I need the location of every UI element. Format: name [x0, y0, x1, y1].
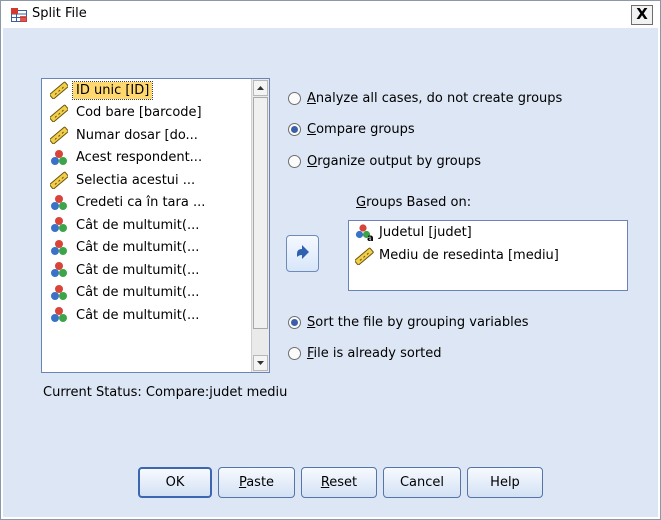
- ruler-icon: [50, 126, 68, 145]
- variable-label: Cât de multumit(...: [76, 240, 200, 256]
- organize-output-label: Organize output by groups: [307, 154, 481, 169]
- variable-label: Cod bare [barcode]: [76, 105, 202, 121]
- nominal-icon: [51, 262, 67, 278]
- ruler-icon: [50, 171, 68, 190]
- nominal-icon: [51, 239, 67, 255]
- variable-label: Selectia acestui ...: [76, 172, 196, 188]
- variable-label: Credeti ca în tara ...: [76, 195, 206, 211]
- variable-label: Acest respondent...: [76, 150, 203, 166]
- variable-list-item[interactable]: Cod bare [barcode]: [42, 102, 252, 125]
- dialog-title: Split File: [32, 6, 87, 21]
- group-item-label: Judetul [judet]: [379, 225, 472, 240]
- radio-analyze-all-indicator[interactable]: [288, 92, 301, 105]
- variable-list-item[interactable]: Acest respondent...: [42, 147, 252, 170]
- variable-label: Numar dosar [do...: [76, 127, 198, 143]
- groups-based-on-list[interactable]: a Judetul [judet] Mediu de resedinta [me…: [348, 220, 628, 291]
- nominal-icon: [51, 284, 67, 300]
- title-bar: Split File X: [1, 1, 660, 28]
- variable-list-item[interactable]: Cât de multumit(...: [42, 259, 252, 282]
- ruler-icon: [50, 81, 68, 100]
- ok-button[interactable]: OK: [138, 467, 212, 498]
- groups-based-on-label: Groups Based on:: [356, 195, 472, 210]
- variable-label: Cât de multumit(...: [76, 262, 200, 278]
- variable-list-item[interactable]: ID unic [ID]: [42, 79, 252, 102]
- ruler-icon: [50, 104, 68, 122]
- group-item[interactable]: a Judetul [judet]: [349, 221, 627, 244]
- help-button[interactable]: Help: [467, 467, 543, 498]
- nominal-icon: [51, 149, 67, 165]
- already-sorted-radio[interactable]: File is already sorted: [288, 346, 442, 361]
- compare-groups-label: Compare groups: [307, 122, 415, 137]
- compare-groups-radio[interactable]: Compare groups: [288, 122, 415, 137]
- analyze-all-label: Analyze all cases, do not create groups: [307, 91, 563, 106]
- split-file-app-icon: [11, 8, 27, 22]
- variable-list-item[interactable]: Numar dosar [do...: [42, 124, 252, 147]
- nominal-icon: [51, 217, 67, 233]
- paste-button[interactable]: Paste: [218, 467, 295, 498]
- variable-label: Cât de multumit(...: [76, 307, 200, 323]
- cancel-button[interactable]: Cancel: [383, 467, 461, 498]
- scroll-down-arrow-icon[interactable]: [253, 355, 268, 371]
- variable-list-scrollbar[interactable]: [251, 79, 269, 372]
- group-item-label: Mediu de resedinta [mediu]: [379, 248, 559, 263]
- nominal-icon: [51, 194, 67, 210]
- svg-text:a: a: [367, 233, 374, 242]
- nominal-icon: [51, 307, 67, 323]
- radio-organize-output-indicator[interactable]: [288, 155, 301, 168]
- organize-output-radio[interactable]: Organize output by groups: [288, 154, 481, 169]
- radio-already-sorted-indicator[interactable]: [288, 347, 301, 360]
- split-file-dialog: Split File X ID unic [ID] Cod bare [barco…: [0, 0, 661, 520]
- sort-by-grouping-radio[interactable]: Sort the file by grouping variables: [288, 315, 528, 330]
- variable-list-item[interactable]: Cât de multumit(...: [42, 304, 252, 327]
- reset-button[interactable]: Reset: [301, 467, 377, 498]
- group-item[interactable]: Mediu de resedinta [mediu]: [349, 244, 627, 267]
- already-sorted-label: File is already sorted: [307, 346, 442, 361]
- scroll-up-arrow-icon[interactable]: [253, 80, 268, 96]
- radio-sort-by-grouping-indicator[interactable]: [288, 316, 301, 329]
- analyze-all-cases-radio[interactable]: Analyze all cases, do not create groups: [288, 91, 562, 106]
- current-status-text: Current Status: Compare:judet mediu: [43, 385, 288, 400]
- variable-list[interactable]: ID unic [ID] Cod bare [barcode] Numar dosa…: [41, 78, 270, 373]
- variable-list-item[interactable]: Cât de multumit(...: [42, 237, 252, 260]
- variable-list-item[interactable]: Selectia acestui ...: [42, 169, 252, 192]
- variable-list-item[interactable]: Credeti ca în tara ...: [42, 192, 252, 215]
- variable-list-item[interactable]: Cât de multumit(...: [42, 282, 252, 305]
- move-to-groups-button[interactable]: [286, 235, 319, 272]
- variable-label: ID unic [ID]: [71, 80, 154, 100]
- nominal-string-icon: a: [355, 223, 374, 242]
- sort-by-grouping-label: Sort the file by grouping variables: [307, 315, 529, 330]
- right-arrow-icon: [297, 245, 309, 259]
- radio-compare-groups-indicator[interactable]: [288, 123, 301, 136]
- variable-list-item[interactable]: Cât de multumit(...: [42, 214, 252, 237]
- scroll-thumb[interactable]: [253, 97, 268, 329]
- variable-label: Cât de multumit(...: [76, 285, 200, 301]
- close-button[interactable]: X: [631, 5, 653, 25]
- ruler-icon: [355, 246, 375, 265]
- variable-label: Cât de multumit(...: [76, 217, 200, 233]
